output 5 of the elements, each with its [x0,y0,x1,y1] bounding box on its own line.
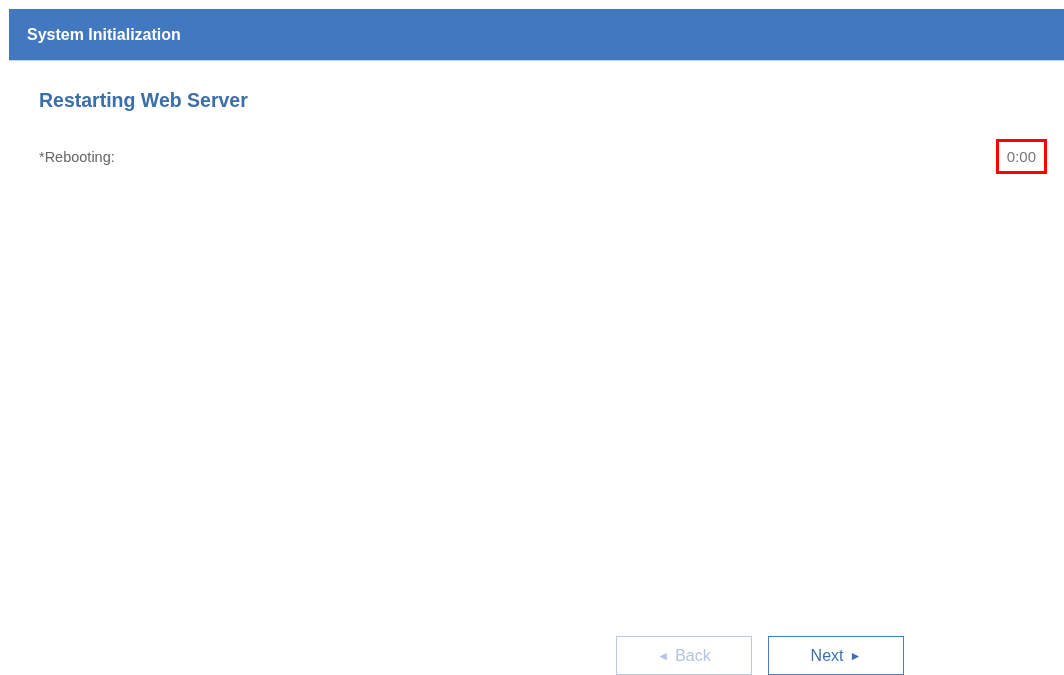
next-button[interactable]: Next ► [768,636,904,675]
field-label: *Rebooting: [39,148,115,165]
timer-value: 0:00 [995,139,1047,174]
page-heading: Restarting Web Server [39,89,249,112]
window-title: System Initialization [27,25,181,44]
